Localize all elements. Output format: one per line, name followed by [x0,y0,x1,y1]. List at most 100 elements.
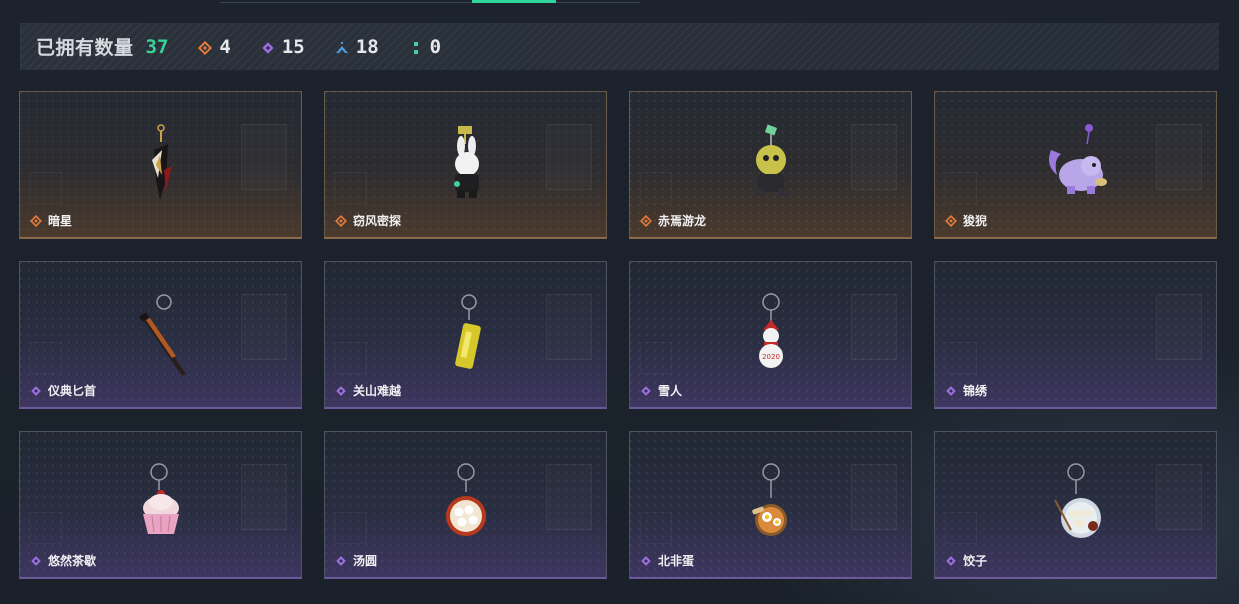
stat-purple: 15 [261,36,305,58]
charm-card[interactable]: 窃风密探 [324,91,607,239]
yellow-can-charm-image [421,290,511,385]
active-tab-indicator [472,0,556,3]
purple-diamond-icon [945,555,957,567]
cupcake-charm-image [116,460,206,555]
yellow-lion-charm-image [726,120,816,215]
charm-grid: 暗星 窃风密探 赤焉游龙 狻猊 仪典匕首 关山难越 2020 雪人 锦绣 悠然茶… [19,91,1219,581]
charm-name: 雪人 [640,382,682,399]
purple-diamond-icon [261,40,275,54]
card-decoration [640,342,672,374]
card-decoration [30,512,62,544]
charm-name-label: 悠然茶歇 [48,554,97,568]
snowman-charm-image: 2020 [726,290,816,385]
orange-diamond-icon [29,214,43,227]
charm-name-label: 暗星 [48,214,73,228]
empty-charm-image [1031,290,1121,385]
card-decoration [241,464,287,530]
orange-diamond-icon [639,214,653,227]
charm-name-label: 狻猊 [963,214,988,228]
card-decoration [241,124,287,190]
card-decoration [945,342,977,374]
charm-name: 窃风密探 [334,212,402,229]
card-decoration [241,294,287,360]
card-decoration [546,464,592,530]
charm-name-label: 雪人 [658,384,683,398]
purple-diamond-icon [335,555,347,567]
svg-text:2020: 2020 [762,353,780,361]
purple-diamond-icon [945,385,957,397]
card-decoration [335,512,367,544]
charm-name: 北非蛋 [640,552,694,569]
dagger-charm-image [116,290,206,385]
charm-name-label: 北非蛋 [658,554,695,568]
owned-count-label: 已拥有数量 [36,37,134,59]
purple-diamond-icon [640,385,652,397]
charm-name-label: 锦绣 [963,384,988,398]
charm-name-label: 仪典匕首 [48,384,97,398]
card-decoration [640,172,672,204]
card-decoration [945,172,977,204]
card-decoration [851,294,897,360]
card-decoration [30,172,62,204]
charm-name: 关山难越 [335,382,401,399]
purple-diamond-icon [640,555,652,567]
charm-name: 悠然茶歇 [30,552,96,569]
stat-purple-value: 15 [281,35,305,58]
charm-card[interactable]: 北非蛋 [629,431,912,579]
owned-count-total: 37 [145,35,169,58]
charm-card[interactable]: 仪典匕首 [19,261,302,409]
bunny-spy-charm-image [421,120,511,215]
charm-card[interactable]: 悠然茶歇 [19,431,302,579]
charm-name-label: 赤焉游龙 [658,214,707,228]
card-decoration [640,512,672,544]
charm-card[interactable]: 狻猊 [934,91,1217,239]
charm-name-label: 关山难越 [353,384,402,398]
charm-name: 锦绣 [945,382,987,399]
stat-orange-value: 4 [219,35,231,58]
charm-name: 狻猊 [944,212,988,229]
charm-name: 饺子 [945,552,987,569]
charm-card[interactable]: 饺子 [934,431,1217,579]
card-decoration [335,342,367,374]
stat-blue-value: 18 [355,35,379,58]
stat-green: 0 [409,36,441,58]
orange-diamond-icon [334,214,348,227]
card-decoration [546,124,592,190]
card-decoration [546,294,592,360]
owned-summary-bar: 已拥有数量 37 4 15 18 0 [20,23,1219,70]
stat-blue: 18 [335,36,379,58]
orange-diamond-icon [198,40,213,55]
card-decoration [1156,294,1202,360]
card-decoration [851,124,897,190]
purple-diamond-icon [335,385,347,397]
charm-card[interactable]: 暗星 [19,91,302,239]
card-decoration [1156,464,1202,530]
purple-diamond-icon [30,385,42,397]
charm-name-label: 饺子 [963,554,988,568]
charm-name: 赤焉游龙 [639,212,707,229]
purple-beast-charm-image [1031,120,1121,215]
tangyuan-charm-image [421,460,511,555]
charm-card[interactable]: 赤焉游龙 [629,91,912,239]
charm-name-label: 汤圆 [353,554,378,568]
green-dots-icon [409,40,423,54]
charm-name: 汤圆 [335,552,377,569]
stat-green-value: 0 [429,35,442,58]
stat-orange: 4 [198,35,231,58]
charm-card[interactable]: 锦绣 [934,261,1217,409]
card-decoration [851,464,897,530]
card-decoration [1156,124,1202,190]
charm-card[interactable]: 汤圆 [324,431,607,579]
charm-card[interactable]: 关山难越 [324,261,607,409]
card-decoration [335,172,367,204]
charm-card[interactable]: 2020 雪人 [629,261,912,409]
charm-name: 暗星 [29,212,73,229]
card-decoration [30,342,62,374]
purple-diamond-icon [30,555,42,567]
charm-name: 仪典匕首 [30,382,96,399]
dark-star-charm-image [116,120,206,215]
orange-diamond-icon [944,214,958,227]
charm-name-label: 窃风密探 [353,214,402,228]
dumpling-plate-charm-image [1031,460,1121,555]
shakshuka-charm-image [726,460,816,555]
